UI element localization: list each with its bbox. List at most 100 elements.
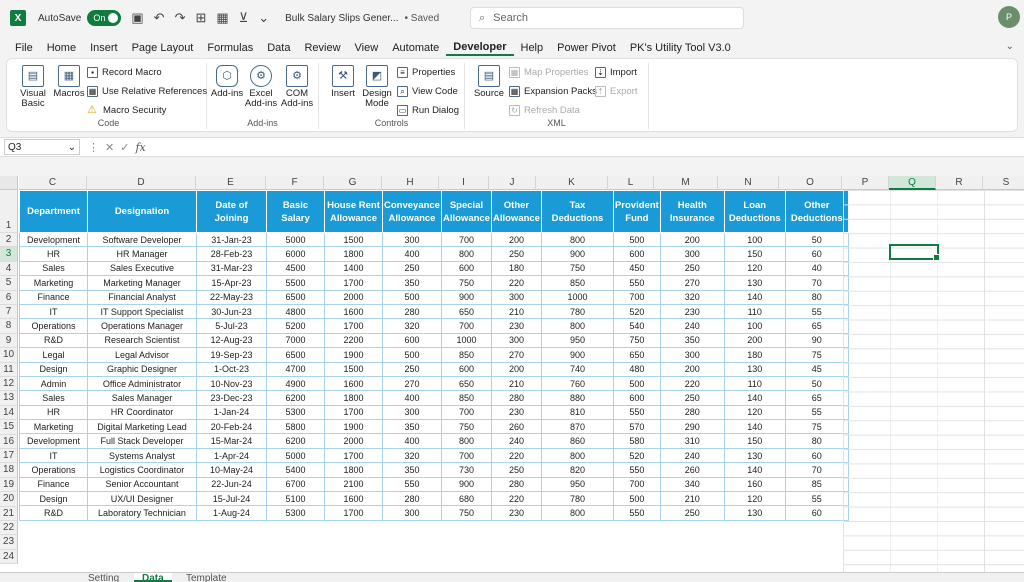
row-header-3[interactable]: 3 bbox=[0, 247, 18, 262]
select-all-corner[interactable] bbox=[0, 176, 18, 190]
table-cell[interactable]: 350 bbox=[382, 462, 442, 478]
visual-basic-button[interactable]: ▤ Visual Basic bbox=[13, 65, 53, 109]
table-cell[interactable]: 320 bbox=[659, 289, 725, 305]
table-cell[interactable]: Operations Manager bbox=[87, 318, 197, 334]
table-cell[interactable]: 480 bbox=[612, 361, 661, 377]
table-cell[interactable]: 5200 bbox=[266, 318, 325, 334]
row-header-16[interactable]: 16 bbox=[0, 434, 18, 449]
table-cell[interactable]: 15-Apr-23 bbox=[196, 275, 267, 291]
record-macro-button[interactable]: ▪ Record Macro bbox=[87, 67, 162, 78]
table-cell[interactable]: 600 bbox=[612, 390, 661, 406]
table-cell[interactable]: 4500 bbox=[266, 260, 325, 277]
table-cell[interactable]: 600 bbox=[440, 361, 492, 377]
table-cell[interactable]: Software Developer bbox=[87, 231, 197, 248]
table-cell[interactable]: 1900 bbox=[324, 419, 383, 435]
table-cell[interactable]: 75 bbox=[784, 419, 849, 435]
table-cell[interactable]: 110 bbox=[723, 303, 786, 320]
table-cell[interactable]: 10-Nov-23 bbox=[196, 375, 267, 392]
table-cell[interactable]: 280 bbox=[659, 404, 725, 421]
table-cell[interactable]: 5800 bbox=[266, 419, 325, 435]
table-cell[interactable]: 5500 bbox=[266, 275, 325, 291]
table-cell[interactable]: 860 bbox=[540, 433, 614, 449]
table-cell[interactable]: 6200 bbox=[266, 433, 325, 449]
column-header-n[interactable]: N bbox=[718, 176, 779, 190]
table-cell[interactable]: 950 bbox=[540, 476, 614, 493]
table-cell[interactable]: 80 bbox=[784, 433, 849, 449]
table-cell[interactable]: 130 bbox=[723, 447, 786, 464]
column-header-p[interactable]: P bbox=[842, 176, 889, 190]
table-cell[interactable]: 150 bbox=[723, 246, 786, 262]
properties-button[interactable]: ≡ Properties bbox=[397, 67, 455, 78]
table-cell[interactable]: Admin bbox=[19, 375, 88, 392]
column-header-g[interactable]: G bbox=[324, 176, 382, 190]
table-cell[interactable]: 31-Mar-23 bbox=[196, 260, 267, 277]
table-cell[interactable]: 30-Jun-23 bbox=[196, 303, 267, 320]
table-cell[interactable]: 750 bbox=[440, 419, 492, 435]
table-cell[interactable]: Operations bbox=[19, 462, 88, 478]
document-title[interactable]: Bulk Salary Slips Gener... bbox=[285, 13, 398, 24]
table-cell[interactable]: 550 bbox=[382, 476, 442, 493]
table-cell[interactable]: 600 bbox=[382, 332, 442, 349]
table-cell[interactable]: Design bbox=[19, 361, 88, 377]
table-cell[interactable]: 780 bbox=[540, 491, 614, 507]
table-cell[interactable]: 760 bbox=[540, 375, 614, 392]
undo-icon[interactable]: ↶ bbox=[154, 10, 165, 26]
table-cell[interactable]: 280 bbox=[490, 476, 542, 493]
insert-function-button[interactable]: fx bbox=[135, 141, 145, 154]
table-cell[interactable]: 540 bbox=[612, 318, 661, 334]
table-cell[interactable]: Financial Analyst bbox=[87, 289, 197, 305]
table-cell[interactable]: 55 bbox=[784, 303, 849, 320]
row-header-1[interactable]: 1 bbox=[0, 190, 18, 233]
table-cell[interactable]: 1700 bbox=[324, 275, 383, 291]
table-cell[interactable]: 4700 bbox=[266, 361, 325, 377]
table-cell[interactable]: HR bbox=[19, 246, 88, 262]
table-cell[interactable]: 1800 bbox=[324, 462, 383, 478]
table-cell[interactable]: 550 bbox=[612, 505, 661, 521]
column-header-s[interactable]: S bbox=[983, 176, 1024, 190]
table-cell[interactable]: 1600 bbox=[324, 491, 383, 507]
view-code-button[interactable]: ⌕ View Code bbox=[397, 86, 458, 97]
table-cell[interactable]: 140 bbox=[723, 462, 786, 478]
table-cell[interactable]: 200 bbox=[490, 231, 542, 248]
table-cell[interactable]: 220 bbox=[659, 375, 725, 392]
table-cell[interactable]: 650 bbox=[440, 303, 492, 320]
table-cell[interactable]: 750 bbox=[540, 260, 614, 277]
table-cell[interactable]: Marketing bbox=[19, 419, 88, 435]
ribbon-tab-review[interactable]: Review bbox=[297, 42, 347, 54]
table-cell[interactable]: 5100 bbox=[266, 491, 325, 507]
table-cell[interactable]: 1700 bbox=[324, 447, 383, 464]
customize-qat-icon[interactable]: ⌄ bbox=[258, 10, 269, 26]
ribbon-collapse-icon[interactable]: ⌄ bbox=[1006, 41, 1014, 52]
table-cell[interactable]: R&D bbox=[19, 332, 88, 349]
worksheet-grid[interactable]: CDEFGHIJKLMNOPQRS 1 2 3 4 5 6 7 8 9 10 11 12 13 14 15 1… bbox=[0, 176, 1024, 572]
name-box[interactable]: Q3 ⌄ bbox=[4, 139, 80, 155]
table-cell[interactable]: 65 bbox=[784, 390, 849, 406]
table-cell[interactable]: 130 bbox=[723, 361, 786, 377]
table-cell[interactable]: 800 bbox=[540, 505, 614, 521]
table-cell[interactable]: Operations bbox=[19, 318, 88, 334]
table-cell[interactable]: Marketing Manager bbox=[87, 275, 197, 291]
row-header-13[interactable]: 13 bbox=[0, 391, 18, 406]
com-addins-button[interactable]: ⚙ COM Add-ins bbox=[277, 65, 317, 109]
enter-icon[interactable]: ✓ bbox=[120, 141, 129, 154]
table-cell[interactable]: 230 bbox=[659, 303, 725, 320]
redo-icon[interactable]: ↷ bbox=[175, 10, 186, 26]
table-cell[interactable]: 2000 bbox=[324, 289, 383, 305]
table-cell[interactable]: 22-May-23 bbox=[196, 289, 267, 305]
table-cell[interactable]: 250 bbox=[490, 462, 542, 478]
table-cell[interactable]: 850 bbox=[440, 390, 492, 406]
table-cell[interactable]: 200 bbox=[723, 332, 786, 349]
table-cell[interactable]: Systems Analyst bbox=[87, 447, 197, 464]
table-cell[interactable]: 1500 bbox=[324, 361, 383, 377]
table-cell[interactable]: 300 bbox=[490, 332, 542, 349]
table-cell[interactable]: 1000 bbox=[540, 289, 614, 305]
table-cell[interactable]: Design bbox=[19, 491, 88, 507]
table-cell[interactable]: Sales bbox=[19, 390, 88, 406]
map-properties-button[interactable]: ▦ Map Properties bbox=[509, 67, 588, 78]
row-header-15[interactable]: 15 bbox=[0, 420, 18, 435]
column-header-d[interactable]: D bbox=[87, 176, 196, 190]
table-cell[interactable]: 6200 bbox=[266, 390, 325, 406]
table-cell[interactable]: 700 bbox=[440, 318, 492, 334]
table-cell[interactable]: 1700 bbox=[324, 404, 383, 421]
table-cell[interactable]: 200 bbox=[490, 361, 542, 377]
